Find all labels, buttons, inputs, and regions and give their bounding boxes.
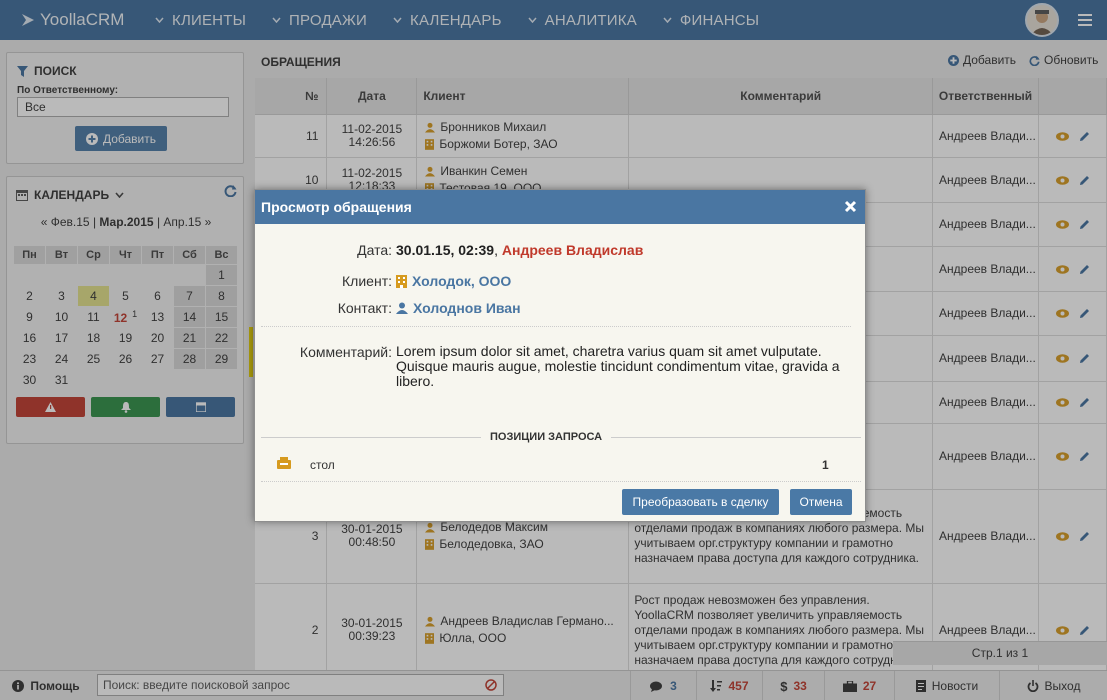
position-item-qty: 1 xyxy=(822,458,829,472)
date-label: Дата: xyxy=(357,242,392,258)
contact-value: Холоднов Иван xyxy=(413,300,521,316)
date-separator: , xyxy=(494,242,498,258)
date-value: 30.01.15, 02:39 xyxy=(396,242,495,258)
building-icon xyxy=(396,274,407,288)
contact-label: Контакт: xyxy=(337,300,392,316)
modal-divider xyxy=(261,326,851,327)
inbox-icon xyxy=(277,457,291,469)
contact-link[interactable]: Холоднов Иван xyxy=(396,300,521,316)
client-link[interactable]: Холодок, ООО xyxy=(396,273,511,289)
modal-header: Просмотр обращения xyxy=(255,190,865,224)
cancel-button[interactable]: Отмена xyxy=(790,489,852,515)
modal-date-row: Дата: 30.01.15, 02:39, Андреев Владислав xyxy=(255,242,643,258)
convert-label: Преобразовать в сделку xyxy=(632,495,769,509)
request-view-modal: Просмотр обращения Дата: 30.01.15, 02:39… xyxy=(254,189,866,522)
client-label: Клиент: xyxy=(342,273,392,289)
modal-comment-row: Комментарий: Lorem ipsum dolor sit amet,… xyxy=(255,344,861,389)
positions-title: ПОЗИЦИИ ЗАПРОСА xyxy=(481,431,612,443)
cancel-label: Отмена xyxy=(799,495,843,509)
modal-client-row: Клиент: Холодок, ООО xyxy=(255,273,511,289)
comment-value: Lorem ipsum dolor sit amet, charetra var… xyxy=(396,343,840,389)
date-value-group: 30.01.15, 02:39, Андреев Владислав xyxy=(396,242,643,258)
client-value: Холодок, ООО xyxy=(412,273,512,289)
position-item-name: стол xyxy=(310,458,335,472)
date-person[interactable]: Андреев Владислав xyxy=(502,242,643,258)
modal-title: Просмотр обращения xyxy=(261,199,412,215)
user-icon xyxy=(396,302,408,314)
comment-label: Комментарий: xyxy=(299,344,392,360)
close-icon[interactable] xyxy=(844,200,857,213)
positions-divider-bottom xyxy=(261,481,861,482)
convert-to-deal-button[interactable]: Преобразовать в сделку xyxy=(622,489,779,515)
modal-contact-row: Контакт: Холоднов Иван xyxy=(255,300,521,316)
